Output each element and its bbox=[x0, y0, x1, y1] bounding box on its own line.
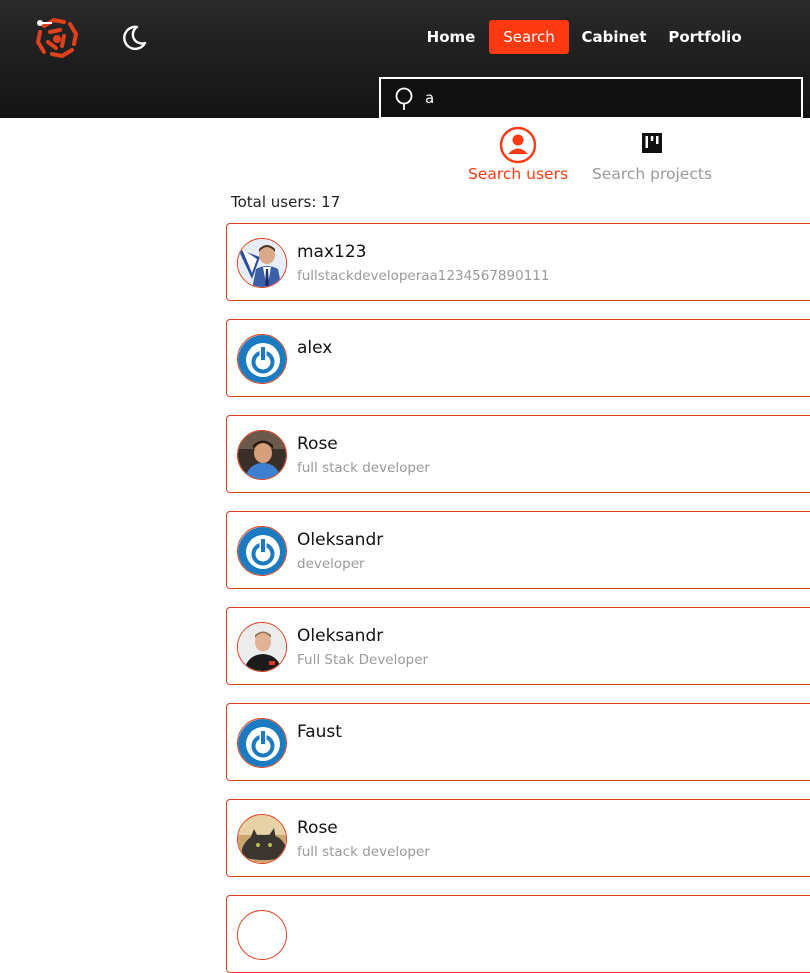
nav-portfolio[interactable]: Portfolio bbox=[664, 20, 746, 54]
user-subtitle: full stack developer bbox=[297, 460, 430, 476]
user-card[interactable]: max123 fullstackdeveloperaa1234567890111 bbox=[226, 223, 810, 301]
avatar bbox=[237, 814, 287, 864]
nav-cabinet[interactable]: Cabinet bbox=[578, 20, 650, 54]
user-card[interactable]: Rose full stack developer bbox=[226, 799, 810, 877]
avatar bbox=[237, 622, 287, 672]
user-card[interactable]: Rose full stack developer bbox=[226, 415, 810, 493]
user-card[interactable]: Oleksandr developer bbox=[226, 511, 810, 589]
tab-search-projects[interactable]: Search projects bbox=[586, 126, 718, 186]
user-circle-icon bbox=[499, 126, 537, 164]
main-nav: Home Search Cabinet Portfolio bbox=[0, 20, 810, 54]
user-card[interactable]: Faust bbox=[226, 703, 810, 781]
tab-search-users-label: Search users bbox=[467, 165, 569, 183]
user-subtitle: full stack developer bbox=[297, 844, 430, 860]
user-subtitle: fullstackdeveloperaa1234567890111 bbox=[297, 268, 550, 284]
user-card[interactable]: Oleksandr Full Stak Developer bbox=[226, 607, 810, 685]
user-name: Rose bbox=[297, 434, 338, 454]
header: Home Search Cabinet Portfolio bbox=[0, 0, 810, 119]
default-avatar-power-icon bbox=[237, 334, 287, 384]
user-name: Oleksandr bbox=[297, 626, 384, 646]
user-subtitle: Full Stak Developer bbox=[297, 652, 429, 668]
default-avatar-power-icon bbox=[237, 718, 287, 768]
user-name: Rose bbox=[297, 818, 338, 838]
user-name: Faust bbox=[297, 722, 342, 742]
user-name: max123 bbox=[297, 242, 367, 262]
avatar bbox=[237, 430, 287, 480]
user-subtitle: developer bbox=[297, 556, 365, 572]
board-icon bbox=[642, 133, 662, 153]
search-icon bbox=[395, 87, 413, 110]
search-box[interactable] bbox=[379, 77, 803, 119]
nav-home[interactable]: Home bbox=[422, 20, 480, 54]
user-name: Oleksandr bbox=[297, 530, 384, 550]
tab-search-users[interactable]: Search users bbox=[462, 126, 574, 186]
avatar bbox=[237, 910, 287, 960]
total-users-count: Total users: 17 bbox=[231, 193, 341, 211]
nav-search[interactable]: Search bbox=[489, 20, 569, 54]
user-card[interactable] bbox=[226, 895, 810, 973]
user-name: alex bbox=[297, 338, 333, 358]
tab-search-projects-label: Search projects bbox=[591, 165, 713, 183]
default-avatar-power-icon bbox=[237, 526, 287, 576]
avatar bbox=[237, 238, 287, 288]
search-input[interactable] bbox=[425, 85, 785, 111]
user-card[interactable]: alex bbox=[226, 319, 810, 397]
